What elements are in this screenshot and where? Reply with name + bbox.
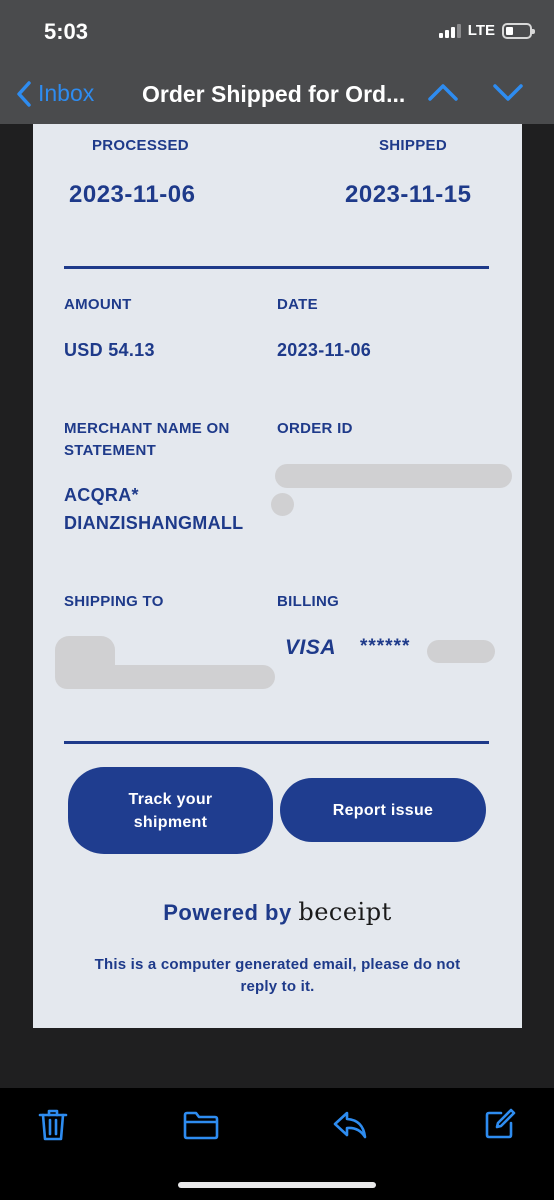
home-indicator [178, 1182, 376, 1188]
back-button[interactable]: Inbox [16, 80, 94, 107]
compose-icon [485, 1108, 516, 1139]
visa-logo: VISA [285, 636, 337, 659]
next-message-button[interactable] [492, 81, 524, 108]
top-bar: 5:03 LTE Inbox Order Shipped for Ord... [0, 0, 554, 124]
track-shipment-button[interactable]: Track your shipment [68, 767, 273, 854]
processed-date: 2023-11-06 [69, 181, 196, 208]
divider [64, 741, 489, 744]
divider [64, 266, 489, 269]
footer-note: This is a computer generated email, plea… [94, 956, 461, 995]
mail-screen: 5:03 LTE Inbox Order Shipped for Ord... … [0, 0, 554, 1200]
beceipt-logo: beceipt [298, 898, 392, 926]
trash-icon [38, 1109, 68, 1141]
previous-message-button[interactable] [427, 81, 459, 108]
masked-card-number: ****** [360, 636, 411, 657]
billing-label: BILLING [277, 593, 340, 610]
move-to-folder-button[interactable] [183, 1110, 219, 1145]
chevron-down-icon [493, 84, 523, 101]
merchant-value: ACQRA* DIANZISHANGMALL [64, 485, 244, 533]
email-body: PROCESSED SHIPPED 2023-11-06 2023-11-15 … [33, 124, 522, 1028]
powered-by: Powered by beceipt [163, 898, 392, 926]
battery-icon [502, 22, 535, 39]
amount-value: USD 54.13 [64, 340, 155, 360]
compose-button[interactable] [484, 1108, 516, 1145]
card-digits-redacted [427, 640, 495, 663]
order-id-label: ORDER ID [277, 420, 353, 437]
signal-icon [438, 23, 461, 38]
chevron-up-icon [428, 84, 458, 101]
trash-button[interactable] [38, 1108, 68, 1147]
processed-label: PROCESSED [92, 137, 189, 154]
shipping-label: SHIPPING TO [64, 593, 164, 610]
merchant-label: MERCHANT NAME ON STATEMENT [64, 420, 230, 459]
shipped-date: 2023-11-15 [345, 181, 472, 208]
shipping-address-redacted [55, 665, 275, 689]
date-value: 2023-11-06 [277, 340, 372, 360]
shipped-label: SHIPPED [379, 137, 447, 154]
reply-icon [333, 1111, 367, 1139]
back-label: Inbox [38, 80, 95, 106]
chevron-left-icon [17, 80, 31, 107]
network-label: LTE [467, 22, 495, 39]
folder-icon [183, 1111, 219, 1140]
amount-label: AMOUNT [64, 296, 132, 313]
date-label: DATE [277, 296, 318, 313]
email-subject: Order Shipped for Ord... [142, 81, 406, 107]
status-indicators: LTE [438, 22, 535, 39]
report-issue-button[interactable]: Report issue [280, 778, 486, 842]
reply-button[interactable] [332, 1110, 368, 1145]
order-id-redacted [271, 493, 294, 516]
status-time: 5:03 [44, 19, 89, 44]
order-id-redacted [275, 464, 512, 488]
